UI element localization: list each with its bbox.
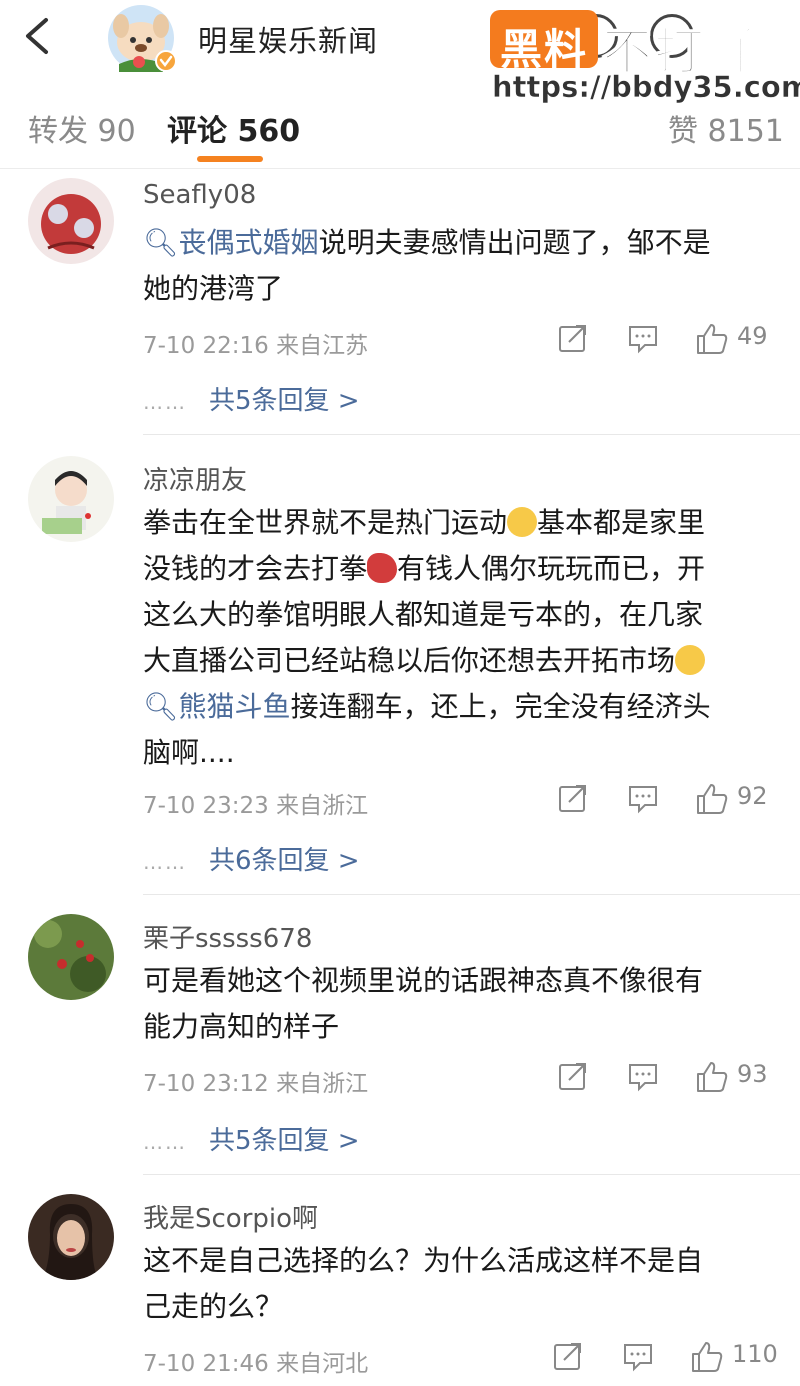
comment-meta: 7-10 23:23 来自浙江 xyxy=(143,793,369,819)
boxing-glove-emoji-icon xyxy=(367,553,398,583)
avatar[interactable] xyxy=(28,1194,114,1280)
share-icon[interactable] xyxy=(552,1340,584,1372)
comment-actions: 49 xyxy=(555,322,775,356)
tab-comment[interactable]: 评论 560 xyxy=(167,106,300,150)
share-icon[interactable] xyxy=(557,1060,589,1092)
view-replies-link[interactable]: …… 共5条回复 > xyxy=(143,1120,360,1157)
comment-username[interactable]: 栗子sssss678 xyxy=(143,918,312,955)
search-icon: 🔍︎ xyxy=(143,690,179,723)
comment-meta: 7-10 23:12 来自浙江 xyxy=(143,1071,369,1097)
comment-username[interactable]: 凉凉朋友 xyxy=(143,460,247,497)
search-icon: 🔍︎ xyxy=(143,226,179,259)
comment-text: 🔍︎丧偶式婚姻说明夫妻感情出问题了，邹不是 她的港湾了 xyxy=(143,226,711,305)
comment-text: 这不是自己选择的么？为什么活成这样不是自 己走的么？ xyxy=(143,1244,704,1323)
comment-username[interactable]: Seafly08 xyxy=(143,180,256,210)
topic-link[interactable]: 🔍︎丧偶式婚姻 xyxy=(143,226,319,259)
like-icon[interactable] xyxy=(695,1060,729,1094)
laughing-emoji-icon xyxy=(675,645,706,675)
comment-text: 可是看她这个视频里说的话跟神态真不像很有 能力高知的样子 xyxy=(143,964,704,1043)
avatar[interactable] xyxy=(28,178,114,264)
back-arrow-icon[interactable] xyxy=(22,16,52,56)
comment-meta: 7-10 22:16 来自江苏 xyxy=(143,333,369,359)
divider xyxy=(143,894,800,895)
top-bar: 明星娱乐新闻 黑料 不打烊 https://bbdy35.com xyxy=(0,0,800,104)
comment-username[interactable]: 我是Scorpio啊 xyxy=(143,1198,318,1235)
comment-meta: 7-10 21:46 来自河北 xyxy=(143,1351,369,1377)
like-count: 93 xyxy=(737,1060,768,1088)
verified-badge-icon xyxy=(155,50,177,72)
share-icon[interactable] xyxy=(557,322,589,354)
view-replies-link[interactable]: …… 共6条回复 > xyxy=(143,840,360,877)
comment-text: 拳击在全世界就不是热门运动 基本都是家里 没钱的才会去打拳 有钱人偶尔玩玩而已，开 … xyxy=(143,506,711,769)
tab-repost[interactable]: 转发 90 xyxy=(28,106,136,150)
tab-likes[interactable]: 赞 8151 xyxy=(668,106,784,150)
reply-icon[interactable] xyxy=(627,1060,659,1092)
active-tab-indicator xyxy=(197,156,263,162)
comment-actions: 110 xyxy=(550,1340,778,1374)
like-count: 49 xyxy=(737,322,768,350)
laughing-emoji-icon xyxy=(507,507,538,537)
view-replies-link[interactable]: …… 共5条回复 > xyxy=(143,380,360,417)
avatar[interactable] xyxy=(28,456,114,542)
account-avatar[interactable] xyxy=(105,4,177,72)
like-icon[interactable] xyxy=(695,782,729,816)
reply-icon[interactable] xyxy=(627,322,659,354)
avatar[interactable] xyxy=(28,914,114,1000)
like-icon[interactable] xyxy=(690,1340,724,1374)
reply-icon[interactable] xyxy=(622,1340,654,1372)
account-name[interactable]: 明星娱乐新闻 xyxy=(198,18,378,60)
divider xyxy=(143,1174,800,1175)
share-icon[interactable] xyxy=(557,782,589,814)
tab-bar: 转发 90 评论 560 赞 8151 xyxy=(0,90,800,169)
comment-actions: 93 xyxy=(555,1060,775,1094)
topic-link[interactable]: 🔍︎熊猫斗鱼 xyxy=(143,690,291,723)
comment-actions: 92 xyxy=(555,782,775,816)
like-icon[interactable] xyxy=(695,322,729,356)
like-count: 92 xyxy=(737,782,768,810)
reply-icon[interactable] xyxy=(627,782,659,814)
watermark-badge: 黑料 xyxy=(490,10,598,74)
like-count: 110 xyxy=(732,1340,778,1368)
divider xyxy=(143,434,800,435)
